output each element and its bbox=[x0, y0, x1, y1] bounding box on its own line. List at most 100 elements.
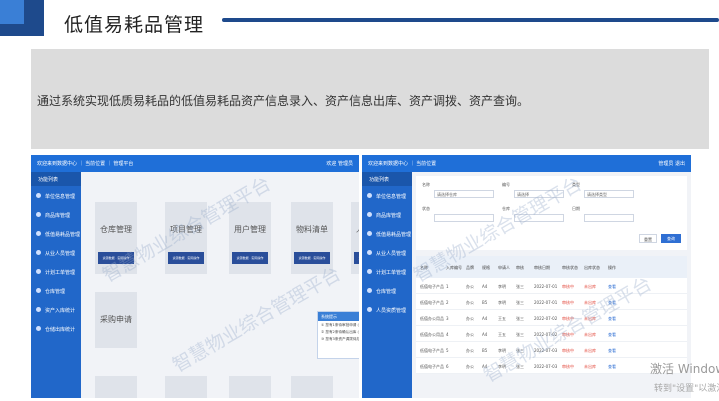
sidebar-item[interactable]: 计划工单管理 bbox=[31, 262, 81, 281]
row-action-link[interactable]: 查看 bbox=[608, 348, 616, 354]
table-cell: 2022-07-03 bbox=[534, 364, 558, 369]
filter-label: 编号 bbox=[502, 182, 510, 187]
sidebar-item-label: 商品库管理 bbox=[376, 213, 402, 219]
table-row[interactable]: 低值电子产品 6 办公 A4 李明 张三 2022-07-03 审核中 未出库 查看 bbox=[416, 358, 687, 374]
topbar-user[interactable]: 管理员 退出 bbox=[658, 160, 685, 167]
table-cell: 李明 bbox=[498, 348, 506, 353]
menu-icon bbox=[36, 288, 41, 293]
table-cell: 李明 bbox=[498, 300, 506, 305]
popup-item[interactable]: ② 您有2条待确认出库 (14) bbox=[318, 328, 359, 335]
screenshot-dashboard: 欢迎来到数据中心 ｜ 当前位置 ｜ 管理平台 欢迎 管理员 功能列表 单位信息管… bbox=[31, 155, 359, 398]
menu-icon bbox=[36, 193, 41, 198]
row-action-link[interactable]: 查看 bbox=[608, 364, 616, 370]
table-row[interactable]: 低值电子产品 2 办公 B5 李明 张三 2022-07-01 审核中 未出库 查看 bbox=[416, 294, 687, 310]
tile-placeholder bbox=[291, 376, 333, 398]
sidebar-item-label: 低值易耗品管理 bbox=[45, 232, 81, 238]
table-cell: 审核中 bbox=[562, 348, 574, 353]
sidebar-items: 单位信息管理商品库管理低值易耗品管理从业人员管理 计划工单管理 仓库管理 资产入库统计… bbox=[31, 186, 81, 338]
column-header[interactable]: 审核日期 bbox=[534, 265, 550, 271]
column-header[interactable]: 操作 bbox=[608, 265, 616, 271]
popup-item[interactable]: ③ 您有3条资产调拨待办 (7) bbox=[318, 335, 359, 342]
tile-label: 人员资质 bbox=[351, 224, 359, 235]
filter-label: 类型 bbox=[572, 182, 580, 187]
module-tile[interactable]: 仓库管理 资源数据 · 实际操作 bbox=[95, 202, 137, 274]
sidebar-item[interactable]: 计划工单管理 bbox=[362, 262, 412, 281]
column-header[interactable]: 出库状态 bbox=[584, 265, 600, 271]
tile-purchase[interactable]: 采购申请 bbox=[95, 292, 137, 348]
table-row[interactable]: 低值电子产品 1 办公 A4 李明 张三 2022-07-01 审核中 未出库 查看 bbox=[416, 278, 687, 294]
sidebar-item[interactable]: 仓库管理 bbox=[31, 281, 81, 300]
column-header[interactable]: 名称 bbox=[420, 265, 428, 271]
table-cell: 张三 bbox=[516, 348, 524, 353]
table-cell: 张三 bbox=[516, 284, 524, 289]
column-header[interactable]: 申请人 bbox=[498, 265, 510, 271]
table-cell: 低值电子产品 bbox=[420, 300, 444, 305]
app-sidebar: 功能列表 单位信息管理 商品库管理 低值易耗品管理 从业人员管理 计划工单管理 仓库管理资… bbox=[31, 172, 81, 398]
row-action-link[interactable]: 查看 bbox=[608, 316, 616, 322]
menu-icon bbox=[36, 250, 41, 255]
reset-button[interactable]: 重置 bbox=[639, 234, 657, 243]
row-action-link[interactable]: 查看 bbox=[608, 300, 616, 306]
table-cell: A4 bbox=[482, 364, 488, 369]
filter-input-store[interactable] bbox=[514, 214, 564, 222]
module-tile[interactable]: 用户管理 资源数据 · 实际操作 bbox=[229, 202, 271, 274]
module-tile[interactable]: 物料清单资源数据 · 实际操作 bbox=[291, 202, 333, 274]
tile-bar: 资源数据 · 实际操作 bbox=[168, 252, 204, 264]
row-action-link[interactable]: 查看 bbox=[608, 284, 616, 290]
popup-item[interactable]: ① 您有1条待审批申请 (3) bbox=[318, 321, 359, 328]
sidebar-item[interactable]: 从业人员管理 bbox=[31, 243, 81, 262]
module-tile[interactable]: 人员资质资源数据 · 实际操作 bbox=[351, 202, 359, 274]
filter-input-warehouse[interactable]: 请选择仓库 bbox=[434, 190, 494, 198]
sidebar-item-label: 商品库管理 bbox=[45, 213, 71, 219]
module-tile[interactable]: 项目管理 资源数据 · 实际操作 bbox=[165, 202, 207, 274]
column-header[interactable]: 审核状态 bbox=[562, 265, 578, 271]
table-row[interactable]: 低值电子产品 5 办公 B5 李明 张三 2022-07-03 审核中 未出库 查看 bbox=[416, 342, 687, 358]
sidebar-item[interactable]: 单位信息管理 bbox=[362, 186, 412, 205]
sidebar-item-label: 人员资质管理 bbox=[376, 308, 407, 314]
filter-input-code[interactable]: 请选择 bbox=[514, 190, 564, 198]
tile-bar: 资源数据 · 实际操作 bbox=[294, 252, 330, 264]
sidebar-item[interactable]: 仓储出库统计 bbox=[31, 319, 81, 338]
table-cell: 3 bbox=[446, 316, 449, 321]
sidebar-item[interactable]: 从业人员管理 bbox=[362, 243, 412, 262]
table-row[interactable]: 低值办公用品 4 办公 A4 王五 张三 2022-07-02 审核中 未出库 查看 bbox=[416, 326, 687, 342]
sidebar-item[interactable]: 商品库管理 bbox=[31, 205, 81, 224]
topbar-user[interactable]: 欢迎 管理员 bbox=[326, 160, 353, 167]
tile-label: 采购申请 bbox=[100, 315, 132, 324]
menu-icon bbox=[367, 250, 372, 255]
sidebar-item[interactable]: 资产入库统计 bbox=[31, 300, 81, 319]
notification-popup[interactable]: 系统提示 ① 您有1条待审批申请 (3)② 您有2条待确认出库 (14)③ 您有… bbox=[317, 311, 359, 359]
table-row[interactable]: 低值办公用品 3 办公 A4 王五 张三 2022-07-02 审核中 未出库 查看 bbox=[416, 310, 687, 326]
table-cell: 李明 bbox=[498, 364, 506, 369]
table-cell: 审核中 bbox=[562, 316, 574, 321]
sidebar-item[interactable]: 人员资质管理 bbox=[362, 300, 412, 319]
table-cell: 张三 bbox=[516, 364, 524, 369]
sidebar-item[interactable]: 单位信息管理 bbox=[31, 186, 81, 205]
column-header[interactable]: 品牌 bbox=[466, 265, 474, 271]
table-cell: 王五 bbox=[498, 332, 506, 337]
sidebar-item[interactable]: 低值易耗品管理 bbox=[362, 224, 412, 243]
menu-icon bbox=[36, 307, 41, 312]
column-header[interactable]: 规格 bbox=[482, 265, 490, 271]
tile-label: 物料清单 bbox=[296, 225, 328, 234]
sidebar-item[interactable]: 商品库管理 bbox=[362, 205, 412, 224]
sidebar-item[interactable]: 仓库管理 bbox=[362, 281, 412, 300]
sidebar-item-label: 仓库管理 bbox=[376, 289, 397, 295]
sidebar-item[interactable]: 低值易耗品管理 bbox=[31, 224, 81, 243]
table-cell: 6 bbox=[446, 364, 449, 369]
filter-input-type[interactable]: 请选择类型 bbox=[584, 190, 634, 198]
filter-input-status[interactable] bbox=[434, 214, 494, 222]
table-cell: 未出库 bbox=[584, 348, 596, 353]
column-header[interactable]: 入库编号 bbox=[446, 265, 462, 271]
menu-icon bbox=[36, 269, 41, 274]
filter-label: 仓库 bbox=[502, 206, 510, 211]
search-button[interactable]: 查询 bbox=[661, 234, 681, 243]
row-action-link[interactable]: 查看 bbox=[608, 332, 616, 338]
tile-label: 用户管理 bbox=[234, 225, 266, 234]
tile-placeholder bbox=[165, 376, 207, 398]
filter-input-date[interactable] bbox=[584, 214, 634, 222]
table-cell: 审核中 bbox=[562, 364, 574, 369]
app-sidebar: 功能列表 单位信息管理 商品库管理 低值易耗品管理 从业人员管理 计划工单管理 仓库管理人… bbox=[362, 172, 412, 398]
column-header[interactable]: 审核 bbox=[516, 265, 524, 271]
table-cell: 5 bbox=[446, 348, 449, 353]
